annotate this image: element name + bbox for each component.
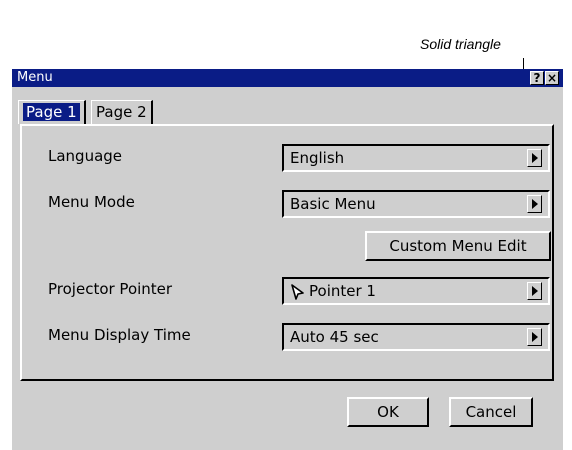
- projector-pointer-value-wrap: Pointer 1: [290, 282, 376, 300]
- settings-panel: Language English Menu Mode Basic Menu Cu…: [20, 124, 554, 381]
- annotation-label: Solid triangle: [420, 36, 501, 52]
- projector-pointer-label: Projector Pointer: [48, 280, 173, 298]
- menu-display-time-select[interactable]: Auto 45 sec: [282, 323, 550, 351]
- language-value: English: [290, 149, 345, 167]
- menu-mode-label: Menu Mode: [48, 193, 135, 211]
- dropdown-triangle-icon[interactable]: [527, 328, 542, 346]
- menu-display-time-value: Auto 45 sec: [290, 328, 379, 346]
- language-label: Language: [48, 147, 123, 165]
- menu-dialog: Menu ? × Page 1 Page 2 Language English …: [12, 69, 563, 450]
- help-button[interactable]: ?: [530, 71, 544, 85]
- dropdown-triangle-icon[interactable]: [527, 195, 542, 213]
- tab-page-2[interactable]: Page 2: [91, 100, 153, 124]
- menu-mode-select[interactable]: Basic Menu: [282, 190, 550, 218]
- dropdown-triangle-icon[interactable]: [527, 149, 542, 167]
- tab-page-1[interactable]: Page 1: [18, 100, 86, 124]
- language-select[interactable]: English: [282, 144, 550, 172]
- ok-button[interactable]: OK: [347, 397, 429, 427]
- projector-pointer-value: Pointer 1: [309, 282, 376, 300]
- window-title: Menu: [17, 70, 53, 85]
- menu-mode-value: Basic Menu: [290, 195, 376, 213]
- pointer-arrow-icon: [291, 283, 304, 300]
- dropdown-triangle-icon[interactable]: [527, 282, 542, 300]
- close-button[interactable]: ×: [545, 71, 559, 85]
- custom-menu-edit-button[interactable]: Custom Menu Edit: [365, 231, 551, 261]
- cancel-button[interactable]: Cancel: [449, 397, 533, 427]
- tab-page-1-label: Page 1: [23, 103, 80, 121]
- tab-page-2-label: Page 2: [96, 103, 147, 121]
- projector-pointer-select[interactable]: Pointer 1: [282, 277, 550, 305]
- menu-display-time-label: Menu Display Time: [48, 326, 191, 344]
- title-bar: Menu ? ×: [12, 69, 563, 87]
